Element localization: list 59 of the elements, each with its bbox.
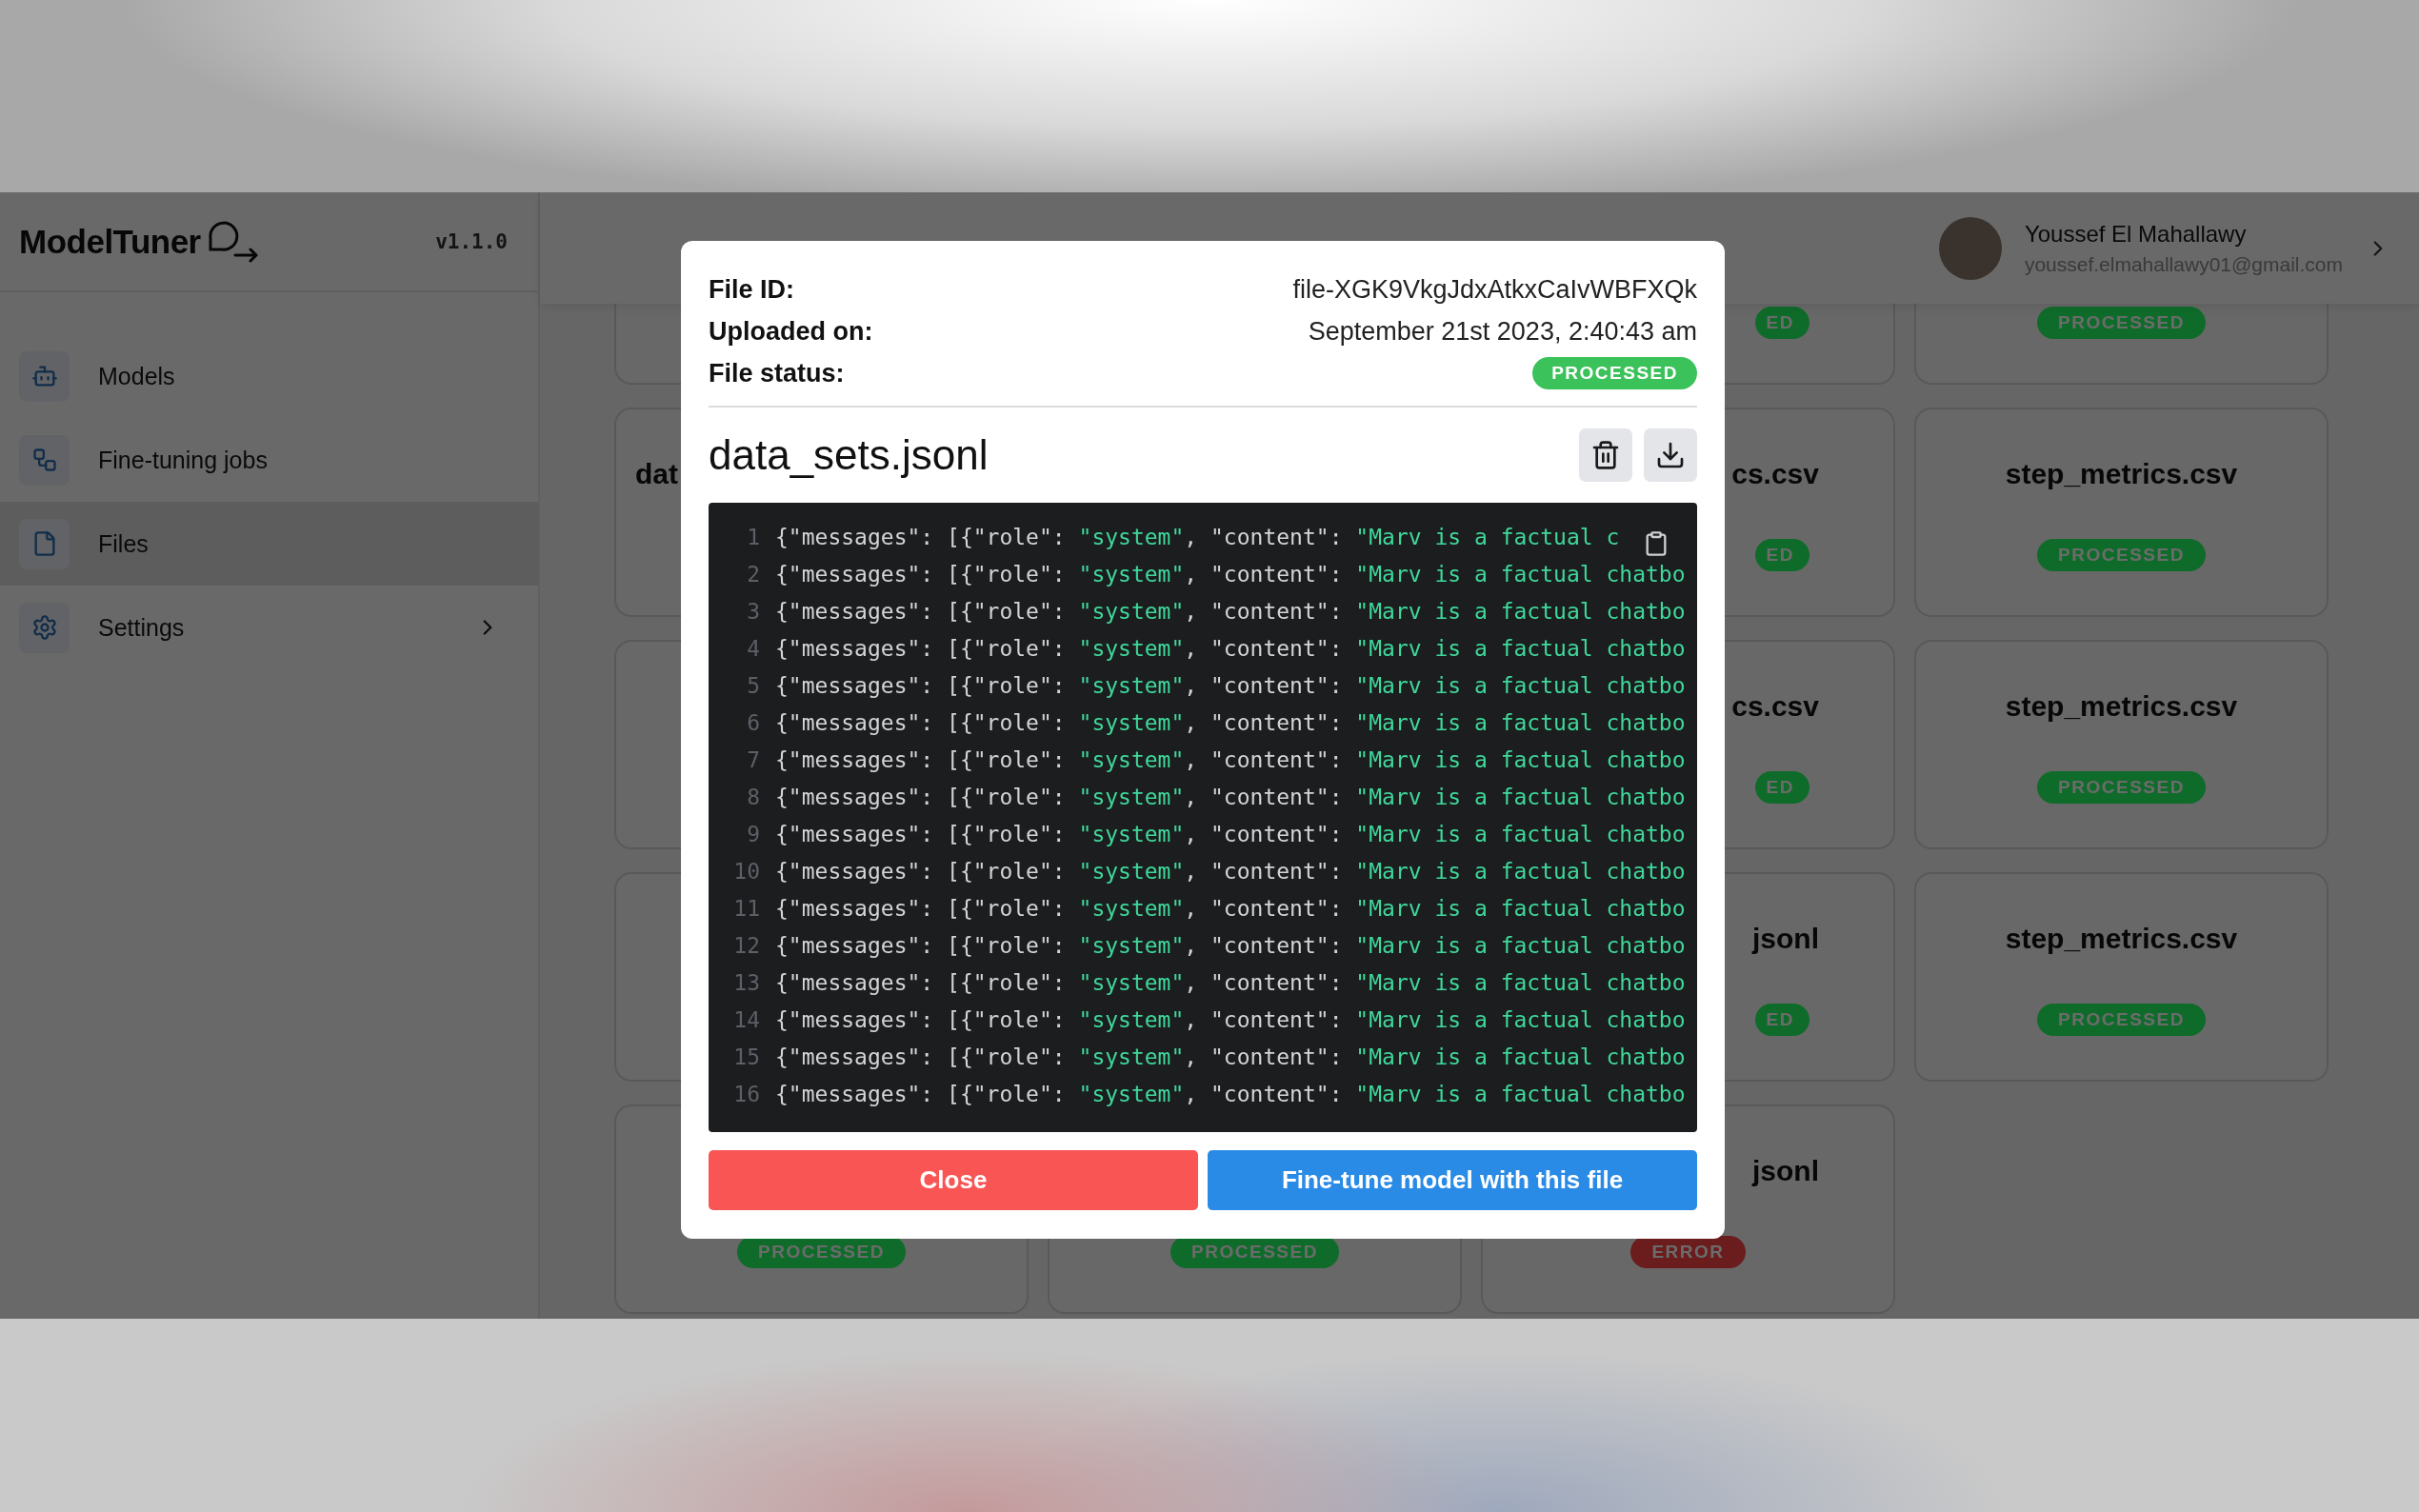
status-badge: PROCESSED [2037,771,2206,804]
line-number: 7 [746,746,761,772]
status-badge: PROCESSED [2037,1004,2206,1036]
file-title: data_sets.jsonl [709,431,989,479]
version-label: v1.1.0 [435,229,508,253]
user-name: Youssef El Mahallawy [2024,220,2248,248]
line-number: 3 [746,598,761,624]
line-number: 5 [746,672,761,698]
code-line: {"messages": [{"role": "system", "content": "Marv is a factual c [775,524,1620,549]
field-label: Uploaded on: [709,316,873,347]
code-line: {"messages": [{"role": "system", "content": "Marv is a factual chatbo [775,784,1686,809]
status-badge: PROCESSED [2037,539,2206,571]
file-name: cs.csv [1731,457,1819,491]
code-line: {"messages": [{"role": "system", "content": "Marv is a factual chatbo [775,1006,1686,1032]
line-number: 9 [746,821,761,846]
status-badge: PROCESSED [1532,357,1697,389]
code-line: {"messages": [{"role": "system", "content": "Marv is a factual chatbo [775,821,1686,846]
code-line: {"messages": [{"role": "system", "content": "Marv is a factual chatbo [775,635,1686,661]
status-badge: PROCESSED [2037,307,2206,339]
line-number: 10 [732,858,761,884]
code-line: {"messages": [{"role": "system", "content": "Marv is a factual chatbo [775,1044,1686,1069]
app-logo-text: ModelTuner [19,222,201,261]
field-value: file-XGK9VkgJdxAtkxCaIvWBFXQk [1292,274,1697,305]
line-number: 6 [746,709,761,735]
code-line: {"messages": [{"role": "system", "content": "Marv is a factual chatbo [775,709,1686,735]
file-name: step_metrics.csv [2005,689,2238,724]
field-label: File ID: [709,274,794,305]
code-line: {"messages": [{"role": "system", "content": "Marv is a factual chatbo [775,1081,1686,1106]
code-line: {"messages": [{"role": "system", "content": "Marv is a factual chatbo [775,672,1686,698]
code-line: {"messages": [{"role": "system", "content": "Marv is a factual chatbo [775,561,1686,587]
line-number: 11 [732,895,761,921]
status-badge: ED [1754,771,1809,804]
file-name: step_metrics.csv [2005,922,2238,956]
code-line: {"messages": [{"role": "system", "content": "Marv is a factual chatbo [775,969,1686,995]
status-badge: ED [1754,307,1809,339]
line-number: 15 [732,1044,761,1069]
field-label: File status: [709,358,845,388]
code-line: {"messages": [{"role": "system", "content": "Marv is a factual chatbo [775,746,1686,772]
file-name: dat [635,457,678,491]
line-number: 4 [746,635,761,661]
field-value: September 21st 2023, 2:40:43 am [1308,316,1697,347]
line-number: 16 [732,1081,761,1106]
line-number: 8 [746,784,761,809]
line-number: 13 [732,969,761,995]
file-name: cs.csv [1731,689,1819,724]
line-number: 1 [746,524,761,549]
status-badge: ED [1754,539,1809,571]
file-name: step_metrics.csv [2005,457,2238,491]
line-number: 14 [732,1006,761,1032]
code-line: {"messages": [{"role": "system", "content": "Marv is a factual chatbo [775,858,1686,884]
file-name: jsonl [1752,1154,1819,1188]
status-badge: ERROR [1630,1236,1746,1268]
code-line: {"messages": [{"role": "system", "content": "Marv is a factual chatbo [775,932,1686,958]
line-number: 2 [746,561,761,587]
code-line: {"messages": [{"role": "system", "content": "Marv is a factual chatbo [775,598,1686,624]
code-line: {"messages": [{"role": "system", "content": "Marv is a factual chatbo [775,895,1686,921]
line-number: 12 [732,932,761,958]
file-name: jsonl [1752,922,1819,956]
status-badge: ED [1754,1004,1809,1036]
